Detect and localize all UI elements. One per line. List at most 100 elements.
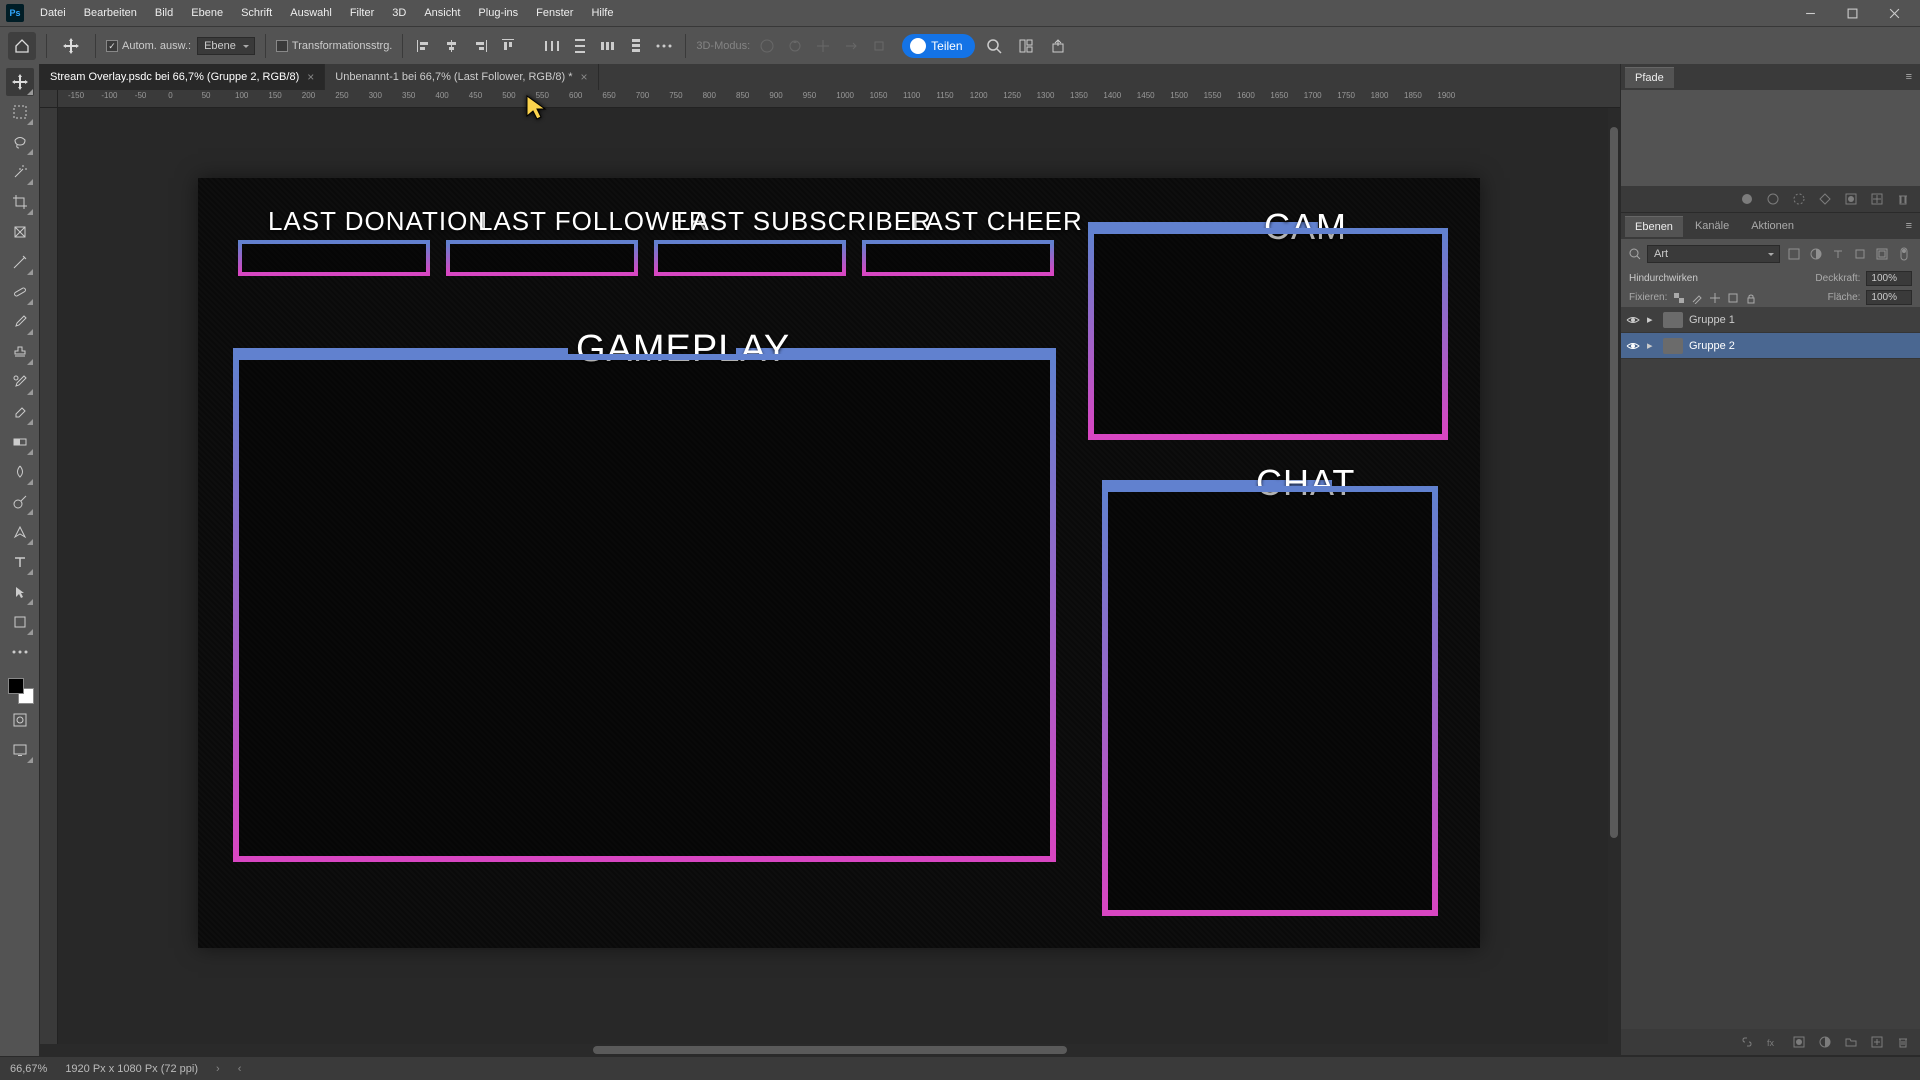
distribute-v-button[interactable] (569, 35, 591, 57)
panel-menu-button[interactable]: ≡ (1902, 220, 1916, 232)
menu-plugins[interactable]: Plug-ins (470, 3, 526, 23)
align-left-button[interactable] (413, 35, 435, 57)
lasso-tool[interactable] (6, 128, 34, 156)
search-button[interactable] (981, 33, 1007, 59)
stroke-path-button[interactable] (1764, 190, 1782, 208)
make-work-path-button[interactable] (1816, 190, 1834, 208)
lock-artboard-button[interactable] (1727, 292, 1739, 304)
window-close-button[interactable] (1874, 0, 1914, 26)
menu-3d[interactable]: 3D (384, 3, 414, 23)
link-layers-button[interactable] (1738, 1033, 1756, 1051)
expand-toggle[interactable]: ▸ (1647, 313, 1657, 326)
filter-smart-button[interactable] (1874, 246, 1890, 262)
move-tool-indicator[interactable] (57, 32, 85, 60)
window-minimize-button[interactable] (1790, 0, 1830, 26)
workspace-button[interactable] (1013, 33, 1039, 59)
lock-all-button[interactable] (1745, 292, 1757, 304)
close-icon[interactable]: × (581, 70, 588, 84)
canvas-viewport[interactable]: LAST DONATION LAST FOLLOWER LAST SUBSCRI… (58, 108, 1620, 1056)
panel-menu-button[interactable]: ≡ (1902, 71, 1916, 83)
opacity-value[interactable]: 100% (1866, 271, 1912, 286)
marquee-tool[interactable] (6, 98, 34, 126)
wand-tool[interactable] (6, 158, 34, 186)
filter-toggle-button[interactable] (1896, 246, 1912, 262)
heal-tool[interactable] (6, 278, 34, 306)
color-swatches[interactable] (6, 676, 34, 704)
horizontal-scrollbar[interactable] (40, 1044, 1620, 1056)
eraser-tool[interactable] (6, 398, 34, 426)
align-right-button[interactable] (469, 35, 491, 57)
home-button[interactable] (8, 32, 36, 60)
menu-datei[interactable]: Datei (32, 3, 74, 23)
path-select-tool[interactable] (6, 578, 34, 606)
window-maximize-button[interactable] (1832, 0, 1872, 26)
menu-filter[interactable]: Filter (342, 3, 382, 23)
adjustment-layer-button[interactable] (1816, 1033, 1834, 1051)
share-button[interactable]: Teilen (902, 34, 974, 58)
distribute-spacing-h-button[interactable] (597, 35, 619, 57)
filter-pixel-button[interactable] (1786, 246, 1802, 262)
delete-path-button[interactable] (1894, 190, 1912, 208)
panel-tab-paths[interactable]: Pfade (1625, 67, 1674, 88)
edit-toolbar-button[interactable] (6, 638, 34, 666)
visibility-toggle[interactable] (1625, 312, 1641, 328)
lock-transparency-button[interactable] (1673, 292, 1685, 304)
new-layer-button[interactable] (1868, 1033, 1886, 1051)
add-mask-button[interactable] (1842, 190, 1860, 208)
lock-pixels-button[interactable] (1691, 292, 1703, 304)
distribute-h-button[interactable] (541, 35, 563, 57)
foreground-color-swatch[interactable] (8, 678, 24, 694)
document-canvas[interactable]: LAST DONATION LAST FOLLOWER LAST SUBSCRI… (198, 178, 1480, 948)
ruler-vertical[interactable] (40, 108, 58, 1056)
document-tab[interactable]: Unbenannt-1 bei 66,7% (Last Follower, RG… (325, 64, 598, 90)
menu-bearbeiten[interactable]: Bearbeiten (76, 3, 145, 23)
eyedropper-tool[interactable] (6, 248, 34, 276)
pen-tool[interactable] (6, 518, 34, 546)
menu-ebene[interactable]: Ebene (183, 3, 231, 23)
brush-tool[interactable] (6, 308, 34, 336)
status-chevron-right-icon[interactable]: › (216, 1063, 220, 1075)
auto-select-target-dropdown[interactable]: Ebene (197, 37, 255, 55)
screen-mode-button[interactable] (6, 736, 34, 764)
layer-filter-kind-dropdown[interactable]: Art (1647, 245, 1780, 263)
lock-position-button[interactable] (1709, 292, 1721, 304)
move-tool[interactable] (6, 68, 34, 96)
panel-tab-actions[interactable]: Aktionen (1741, 216, 1804, 236)
transform-controls-checkbox[interactable]: Transformationsstrg. (276, 40, 392, 52)
blend-mode-dropdown[interactable]: Hindurchwirken (1629, 273, 1809, 284)
document-tab-active[interactable]: Stream Overlay.psdc bei 66,7% (Gruppe 2,… (40, 64, 325, 90)
layer-row-selected[interactable]: ▸ Gruppe 2 (1621, 333, 1920, 359)
layer-style-button[interactable]: fx (1764, 1033, 1782, 1051)
auto-select-checkbox[interactable]: Autom. ausw.: (106, 40, 191, 52)
zoom-level[interactable]: 66,67% (10, 1063, 47, 1075)
dodge-tool[interactable] (6, 488, 34, 516)
layer-row[interactable]: ▸ Gruppe 1 (1621, 307, 1920, 333)
menu-auswahl[interactable]: Auswahl (282, 3, 340, 23)
align-hcenter-button[interactable] (441, 35, 463, 57)
path-to-selection-button[interactable] (1790, 190, 1808, 208)
ruler-origin[interactable] (40, 90, 58, 108)
expand-toggle[interactable]: ▸ (1647, 339, 1657, 352)
menu-schrift[interactable]: Schrift (233, 3, 280, 23)
history-brush-tool[interactable] (6, 368, 34, 396)
align-top-button[interactable] (497, 35, 519, 57)
menu-fenster[interactable]: Fenster (528, 3, 581, 23)
document-info[interactable]: 1920 Px x 1080 Px (72 ppi) (65, 1063, 198, 1075)
delete-layer-button[interactable] (1894, 1033, 1912, 1051)
new-group-button[interactable] (1842, 1033, 1860, 1051)
panel-tab-channels[interactable]: Kanäle (1685, 216, 1739, 236)
filter-type-button[interactable] (1830, 246, 1846, 262)
filter-shape-button[interactable] (1852, 246, 1868, 262)
menu-hilfe[interactable]: Hilfe (583, 3, 621, 23)
close-icon[interactable]: × (307, 70, 314, 84)
layer-mask-button[interactable] (1790, 1033, 1808, 1051)
distribute-spacing-v-button[interactable] (625, 35, 647, 57)
new-path-button[interactable] (1868, 190, 1886, 208)
filter-adjust-button[interactable] (1808, 246, 1824, 262)
fill-value[interactable]: 100% (1866, 290, 1912, 305)
status-chevron-left-icon[interactable]: ‹ (238, 1063, 242, 1075)
blur-tool[interactable] (6, 458, 34, 486)
more-align-button[interactable] (653, 35, 675, 57)
gradient-tool[interactable] (6, 428, 34, 456)
menu-ansicht[interactable]: Ansicht (416, 3, 468, 23)
